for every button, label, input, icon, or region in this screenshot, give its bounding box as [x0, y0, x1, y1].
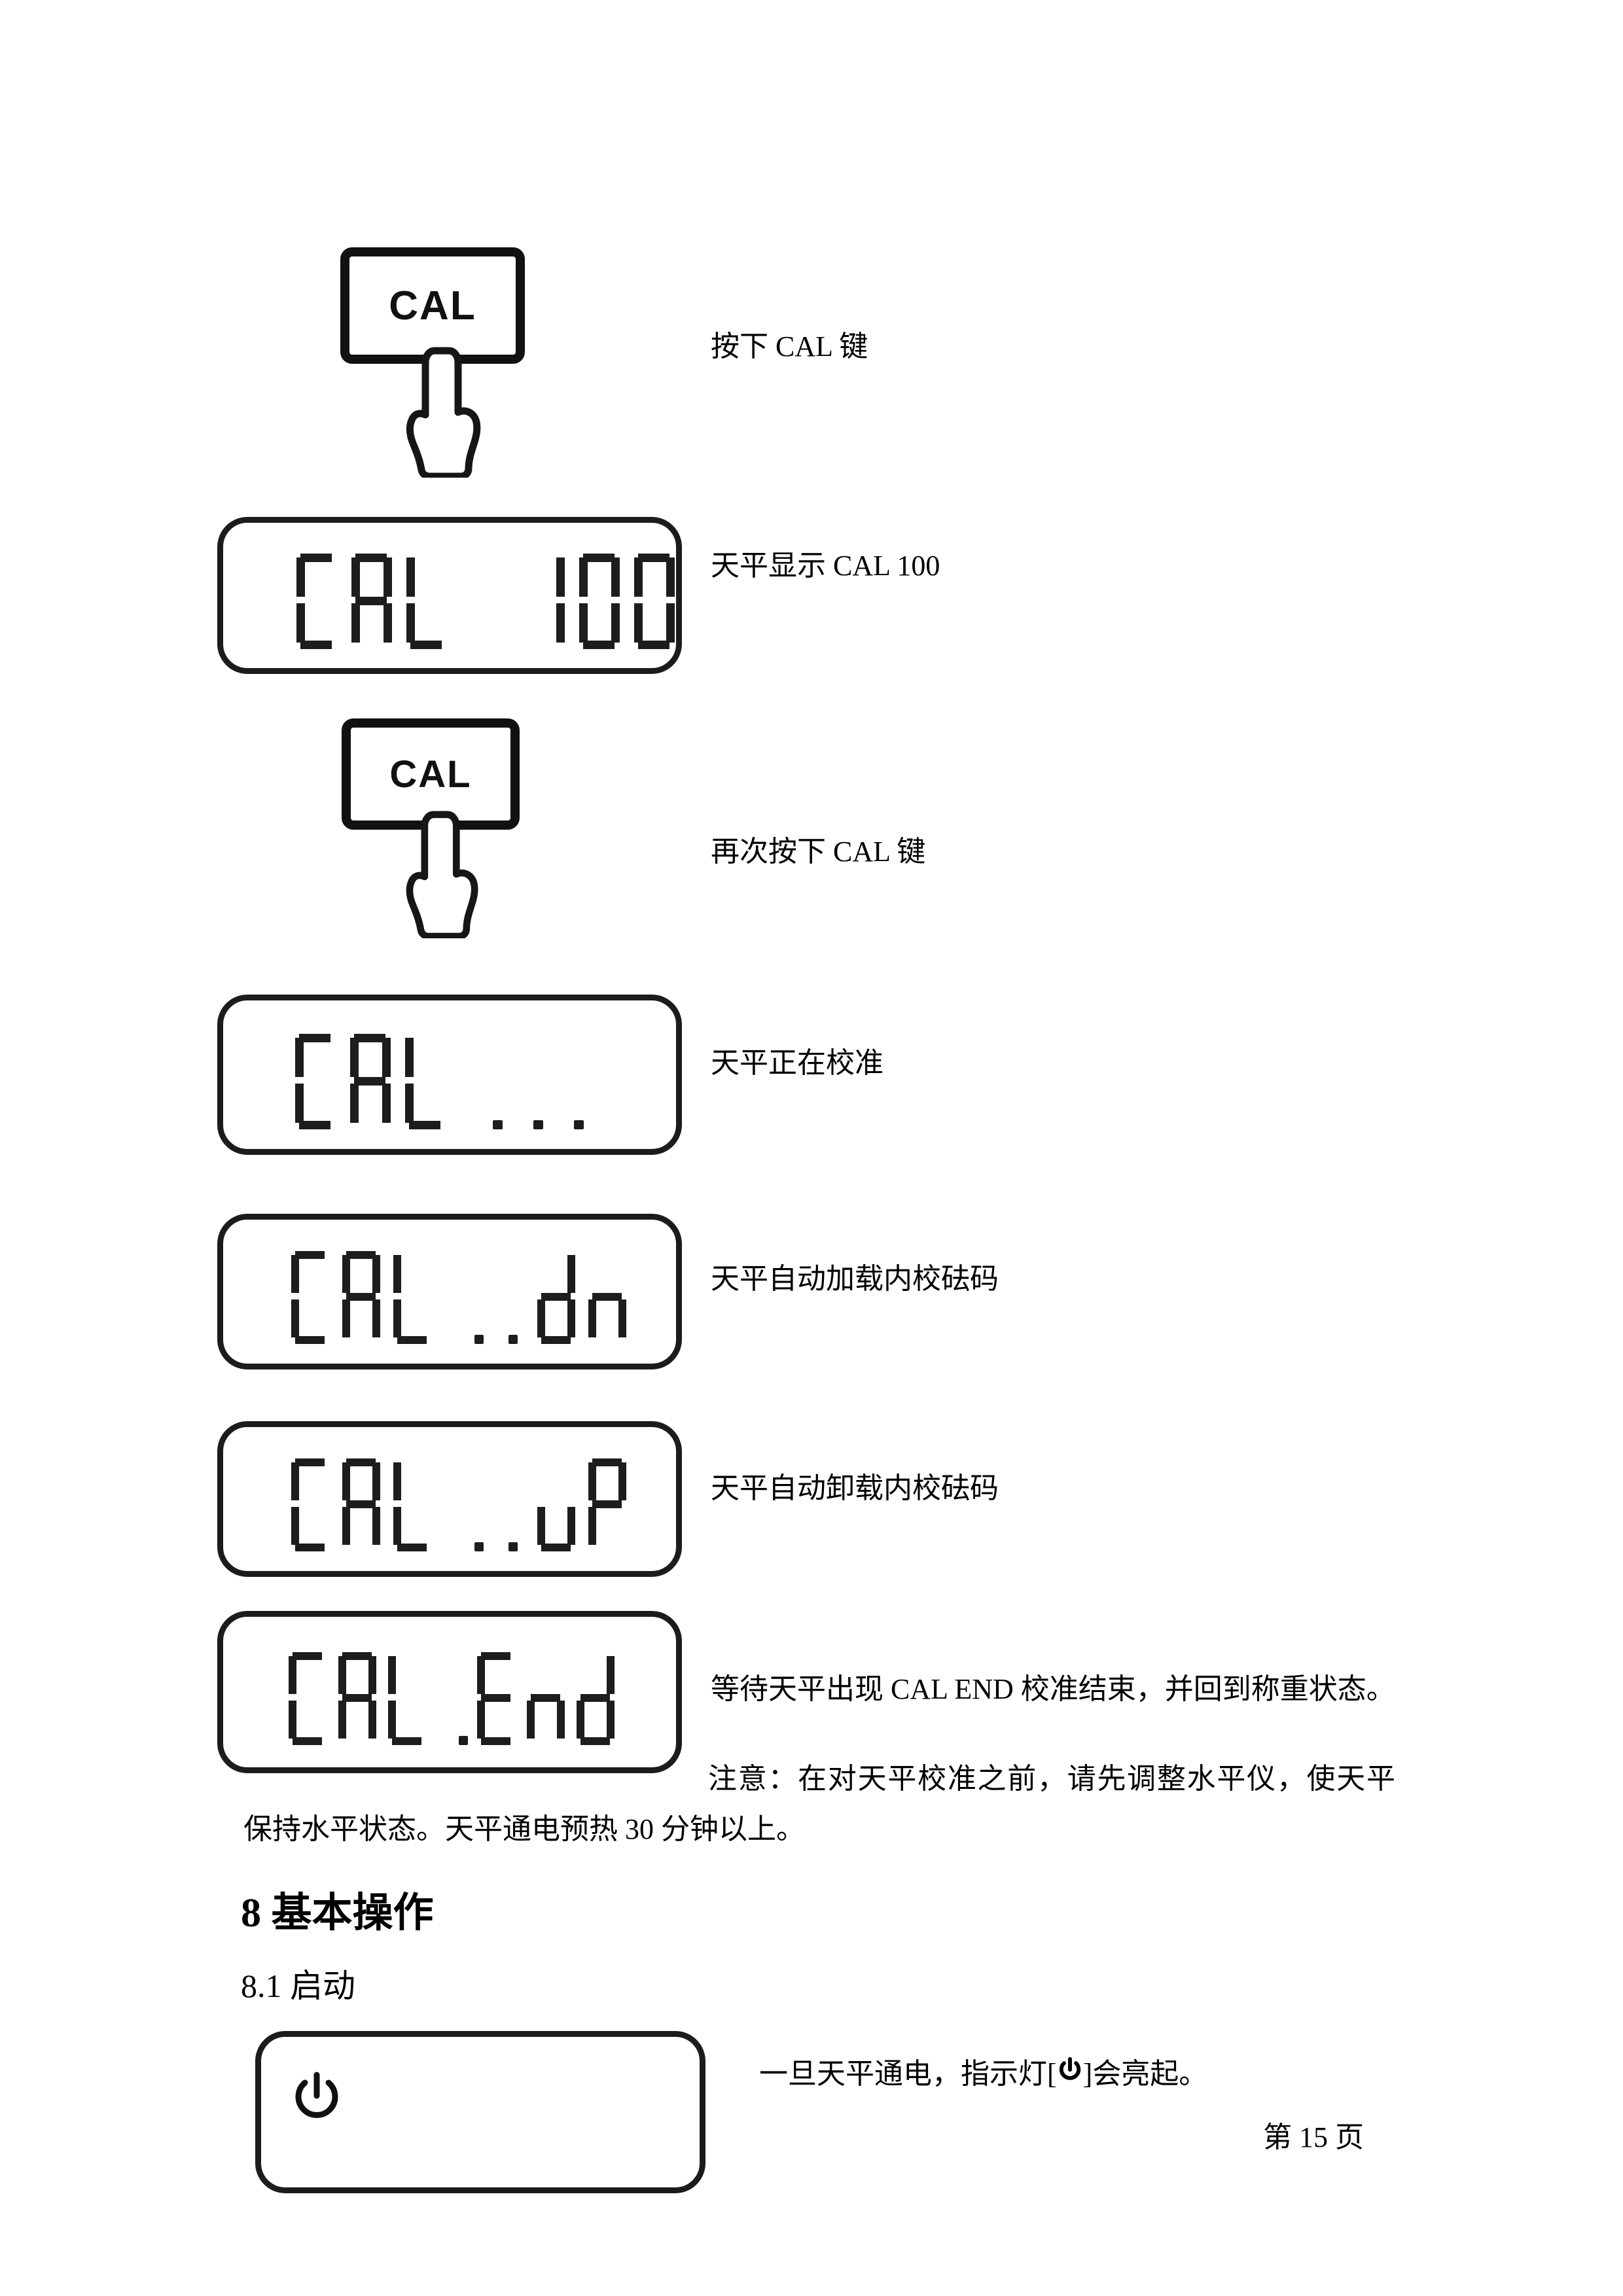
step-caption-1: 按下 CAL 键: [711, 330, 868, 362]
lcd-display-cal-end: [217, 1611, 682, 1773]
document-page: CAL 按下 CAL 键 天平显示 CAL 100 CAL 再次按下 CAL 键…: [0, 0, 1623, 2296]
cal-key-button-2[interactable]: CAL: [342, 718, 520, 830]
step-caption-7: 等待天平出现 CAL END 校准结束，并回到称重状态。: [711, 1673, 1395, 1705]
step-caption-3: 再次按下 CAL 键: [711, 836, 926, 868]
startup-bracket-close: ]: [1082, 2058, 1093, 2090]
startup-caption: 一旦天平通电，指示灯[ ]会亮起。: [759, 2055, 1207, 2093]
lcd-display-cal-up: [217, 1421, 682, 1577]
power-icon-display: [295, 2072, 338, 2118]
step-caption-6: 天平自动卸载内校砝码: [711, 1472, 999, 1504]
lcd-display-cal-dn: [217, 1214, 682, 1369]
pointing-hand-icon-1: [406, 347, 481, 478]
lcd-display-power: [255, 2031, 705, 2193]
cal-key-button-1[interactable]: CAL: [340, 247, 525, 364]
lcd-display-cal-dots: [217, 995, 682, 1155]
calibration-note: 注意：在对天平校准之前，请先调整水平仪，使天平保持水平状态。天平通电预热 30 …: [243, 1763, 1395, 1845]
step-caption-4: 天平正在校准: [711, 1047, 883, 1079]
section-heading-8: 8 基本操作: [241, 1891, 434, 1935]
startup-caption-after: 会亮起。: [1092, 2058, 1208, 2090]
lcd-display-cal-100: [217, 517, 682, 674]
lcd-segments-cal-dn: [291, 1251, 626, 1344]
lcd-segments-cal-100: [296, 554, 675, 649]
section-heading-8-1: 8.1 启动: [241, 1968, 355, 2004]
startup-bracket-open: [: [1047, 2058, 1057, 2090]
lcd-segments-cal-end: [289, 1652, 615, 1745]
step-caption-2: 天平显示 CAL 100: [711, 550, 940, 582]
power-icon-inline: [1059, 2057, 1080, 2080]
lcd-segments-cal-up: [291, 1458, 626, 1551]
cal-key-label-2: CAL: [389, 752, 472, 796]
lcd-segments-cal-dots: [295, 1034, 609, 1129]
page-number: 第 15 页: [1263, 2121, 1364, 2153]
step-caption-5: 天平自动加载内校砝码: [711, 1263, 999, 1295]
cal-key-label-1: CAL: [389, 283, 476, 328]
startup-caption-before: 一旦天平通电，指示灯: [759, 2058, 1047, 2090]
